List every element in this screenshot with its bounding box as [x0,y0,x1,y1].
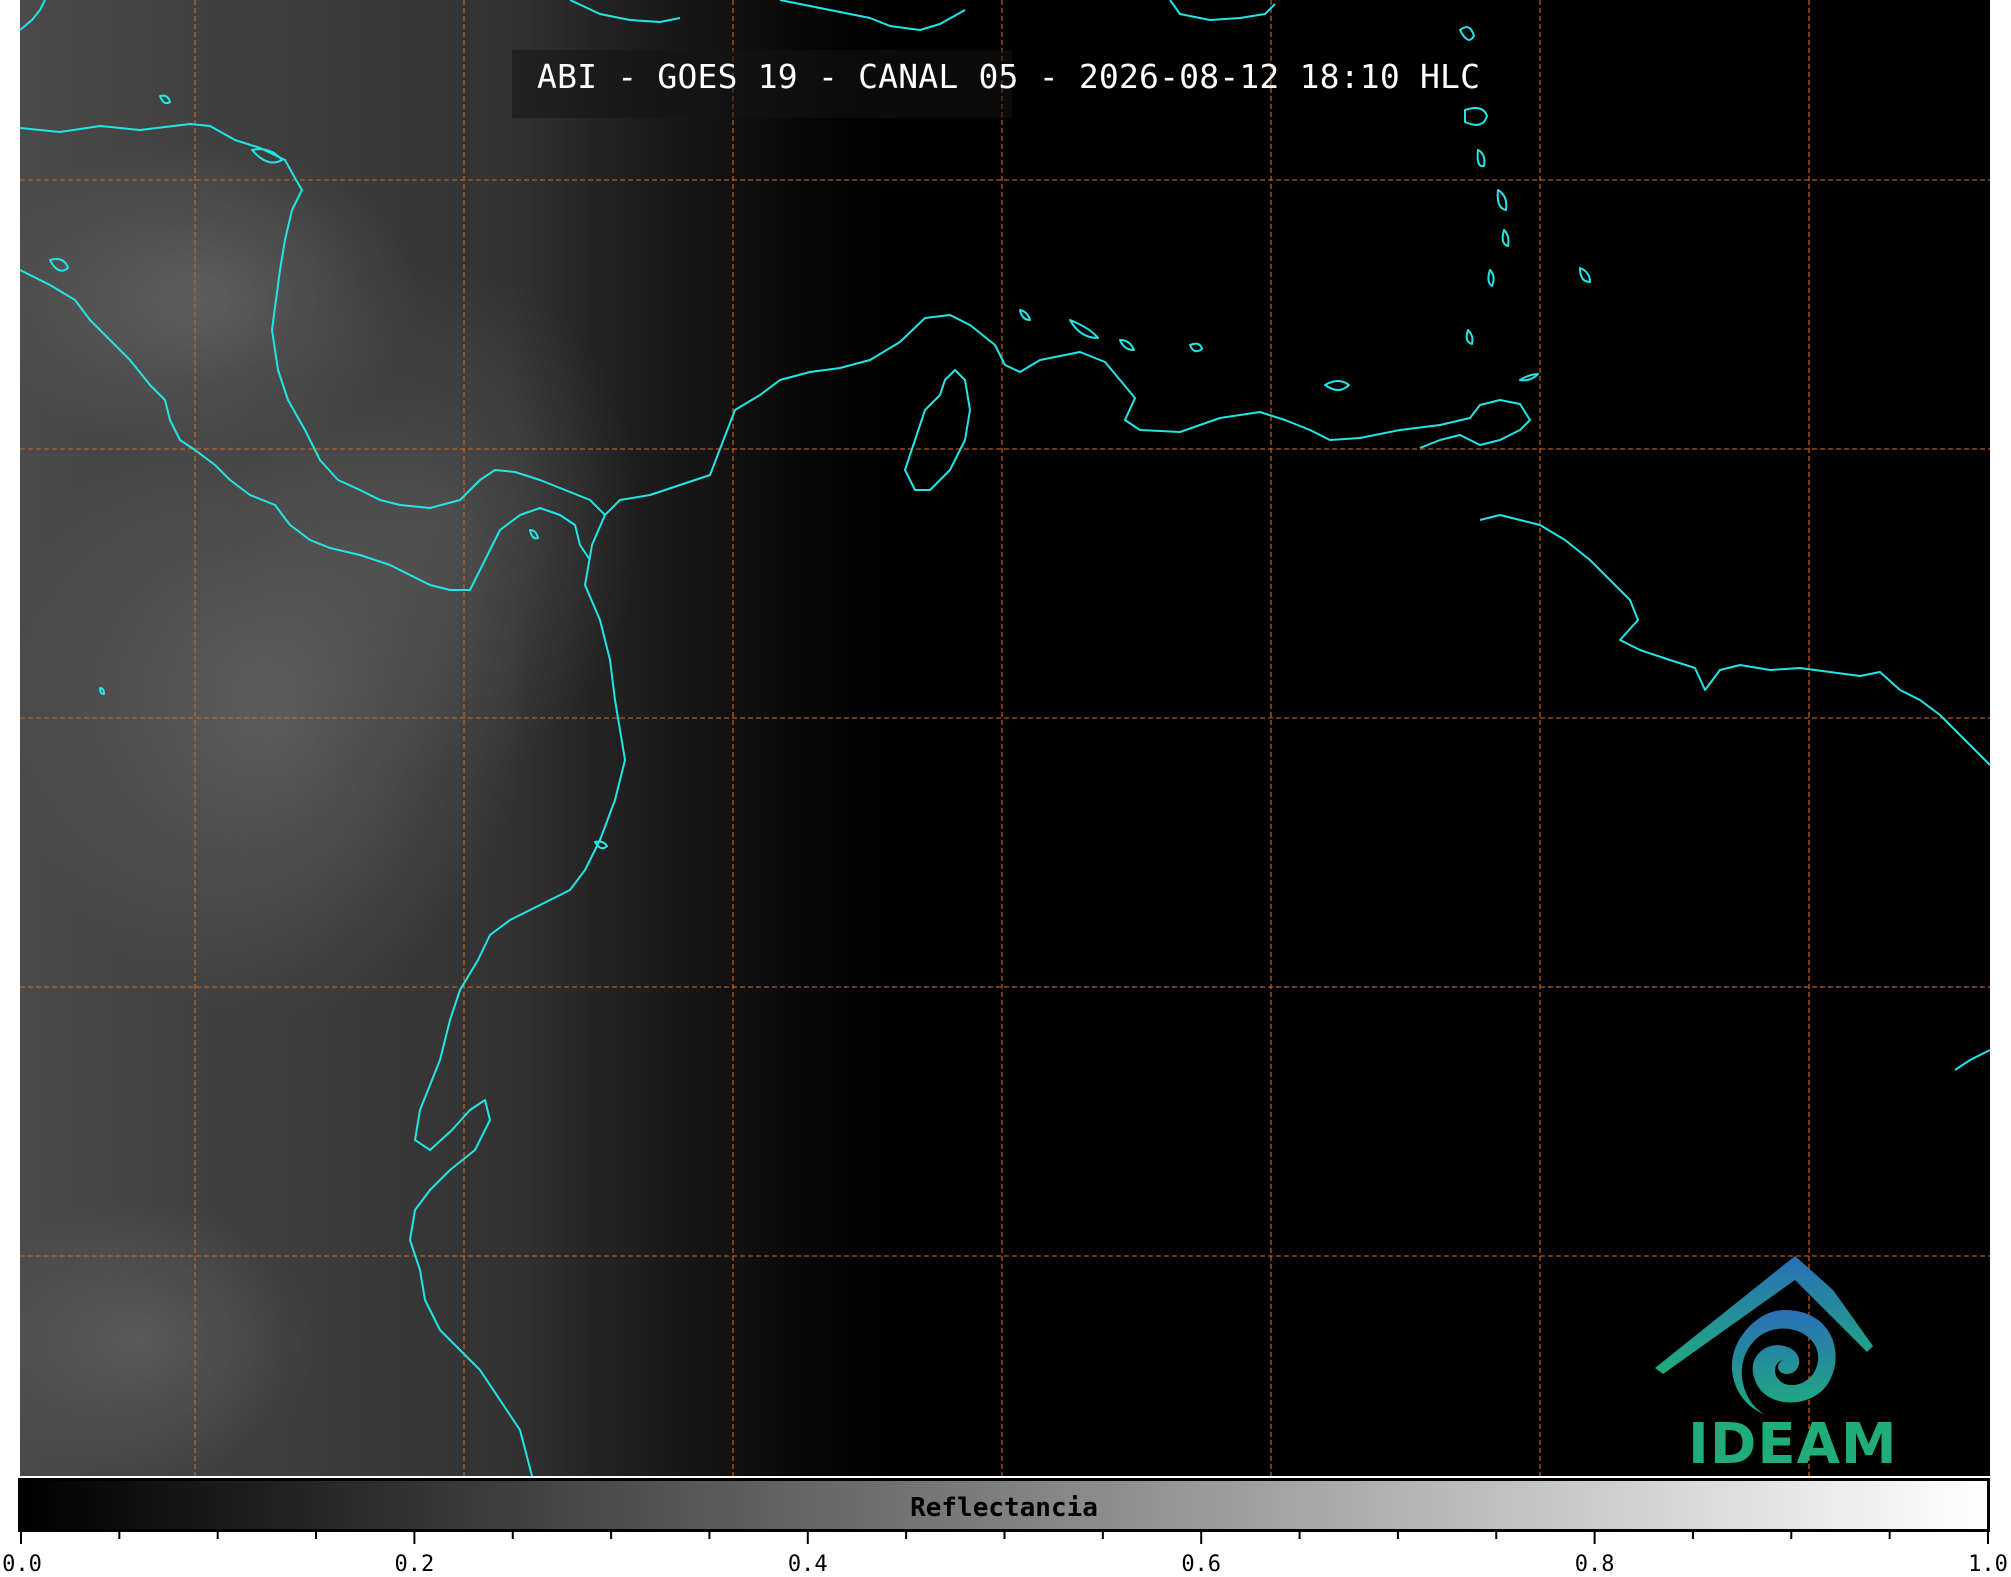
page-title: ABI - GOES 19 - CANAL 05 - 2026-08-12 18… [537,57,1481,96]
colorbar-tick-label: 0.8 [1574,1552,1615,1577]
colorbar-tick-label: 0.0 [2,1552,42,1577]
ideam-logo-text: IDEAM [1688,1412,1898,1477]
colorbar-tick-label: 0.4 [787,1552,828,1577]
cloud-mass [240,260,640,780]
colorbar-tick-label: 0.6 [1181,1552,1222,1577]
colorbar-ticks [20,1530,1989,1544]
colorbar: Reflectancia [18,1478,1990,1532]
colorbar-tick-label: 0.2 [394,1552,435,1577]
colorbar-tick-label: 1.0 [1968,1552,2008,1577]
colorbar-label: Reflectancia [910,1493,1098,1523]
